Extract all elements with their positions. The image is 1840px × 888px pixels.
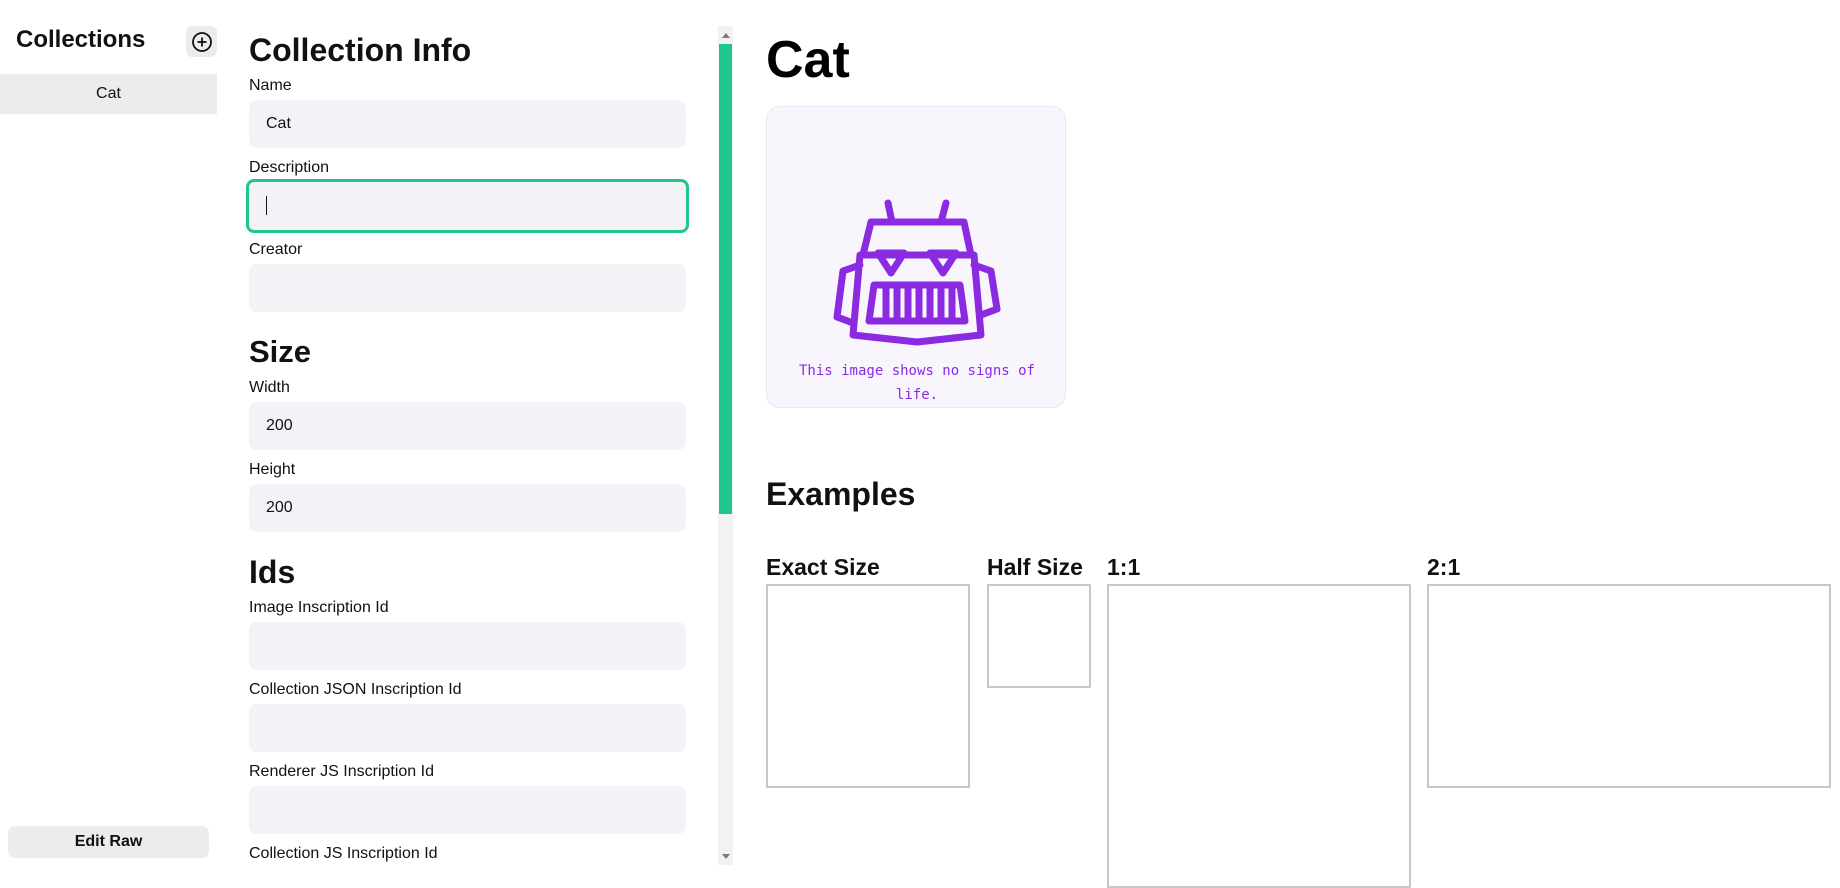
text-cursor xyxy=(266,196,267,215)
scroll-down-icon[interactable] xyxy=(718,849,733,863)
preview-image: This image shows no signs of life. xyxy=(766,106,1066,408)
collection-info-heading: Collection Info xyxy=(249,32,472,68)
renderer-js-label: Renderer JS Inscription Id xyxy=(249,763,434,780)
description-input[interactable] xyxy=(246,179,689,233)
image-inscription-input[interactable] xyxy=(249,622,686,670)
scrollbar-thumb[interactable] xyxy=(719,44,732,514)
edit-raw-button[interactable]: Edit Raw xyxy=(8,826,209,858)
scroll-up-icon[interactable] xyxy=(718,28,733,42)
example-frame-1-1 xyxy=(1107,584,1411,888)
example-label-1-1: 1:1 xyxy=(1107,554,1141,580)
example-label-half-size: Half Size xyxy=(987,554,1083,580)
width-label: Width xyxy=(249,379,290,396)
robot-icon xyxy=(833,199,1001,346)
plus-circle-icon xyxy=(191,31,212,52)
sidebar-item-cat[interactable]: Cat xyxy=(0,74,217,114)
preview-title: Cat xyxy=(766,31,850,89)
image-caption: This image shows no signs of life. xyxy=(798,363,1035,403)
creator-input[interactable] xyxy=(249,264,686,312)
add-collection-button[interactable] xyxy=(186,26,217,57)
sidebar: Collections Cat Edit Raw xyxy=(0,0,217,865)
collection-json-input[interactable] xyxy=(249,704,686,752)
size-heading: Size xyxy=(249,334,312,369)
example-frame-exact-size xyxy=(766,584,970,788)
width-input[interactable] xyxy=(249,402,686,450)
example-frame-half-size xyxy=(987,584,1091,688)
collection-preview: Cat This image shows no signs of life. E… xyxy=(766,0,1840,888)
sidebar-title: Collections xyxy=(16,26,146,53)
renderer-js-input[interactable] xyxy=(249,786,686,834)
example-label-2-1: 2:1 xyxy=(1427,554,1461,580)
collection-js-label: Collection JS Inscription Id xyxy=(249,845,438,862)
example-frame-2-1 xyxy=(1427,584,1831,788)
image-inscription-label: Image Inscription Id xyxy=(249,599,389,616)
collection-json-label: Collection JSON Inscription Id xyxy=(249,681,462,698)
collection-form: Collection Info Name Description Creator… xyxy=(246,0,689,865)
creator-label: Creator xyxy=(249,241,303,258)
name-label: Name xyxy=(249,77,292,94)
form-scrollbar[interactable] xyxy=(718,26,733,865)
description-label: Description xyxy=(249,159,330,176)
height-label: Height xyxy=(249,461,296,478)
ids-heading: Ids xyxy=(249,554,296,590)
example-label-exact-size: Exact Size xyxy=(766,554,880,580)
examples-heading: Examples xyxy=(766,476,916,512)
name-input[interactable] xyxy=(249,100,686,148)
height-input[interactable] xyxy=(249,484,686,532)
